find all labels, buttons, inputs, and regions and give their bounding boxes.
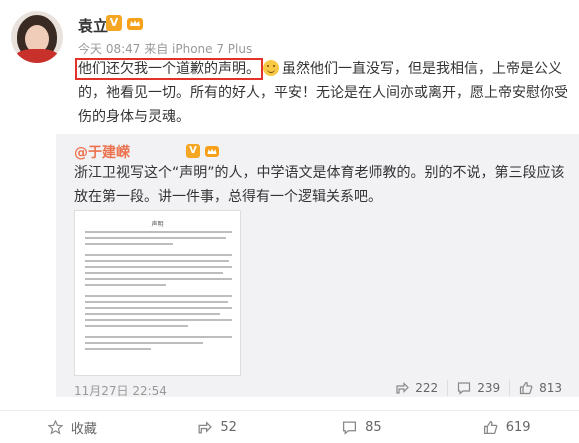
vip-badge-icon[interactable]: V (106, 15, 122, 31)
repost-forward-count: 222 (415, 381, 439, 395)
repost-icon (197, 420, 213, 435)
like-icon (519, 381, 533, 395)
repost-vip-badge-icon[interactable]: V (186, 144, 200, 158)
comment-icon (342, 420, 357, 435)
repost-forward-action[interactable]: 222 (386, 380, 447, 396)
comment-icon (457, 381, 471, 395)
post-content: 他们还欠我一个道歉的声明。 虽然他们一直没写，但是我相信，上帝是公义的，祂看见一切… (75, 57, 568, 129)
smile-emoji-icon (263, 60, 279, 76)
favorite-button[interactable]: 收藏 (0, 411, 145, 443)
like-count: 619 (505, 419, 531, 435)
post-meta: 今天 08:47 来自 iPhone 7 Plus (78, 42, 253, 56)
reposted-card: @于建嵘 V 浙江卫视写这个“声明”的人，中学语文是体育老师教的。别的不说，第三… (56, 134, 579, 399)
repost-count: 52 (220, 419, 237, 435)
repost-icon (395, 381, 410, 395)
repost-actions: 222 239 813 (386, 380, 571, 396)
comment-count: 85 (365, 419, 382, 435)
post-footer-actions: 收藏 52 85 619 (0, 410, 579, 443)
repost-text: 浙江卫视写这个“声明”的人，中学语文是体育老师教的。别的不说，第三段应该放在第一… (74, 165, 565, 205)
repost-comment-action[interactable]: 239 (447, 380, 509, 396)
favorite-label: 收藏 (70, 421, 97, 437)
author-name[interactable]: 袁立 (78, 15, 108, 36)
highlighted-text: 他们还欠我一个道歉的声明。 (75, 58, 263, 80)
repost-timestamp[interactable]: 11月27日 22:54 (74, 382, 167, 399)
repost-button[interactable]: 52 (145, 411, 290, 443)
comment-button[interactable]: 85 (290, 411, 435, 443)
repost-like-count: 813 (539, 381, 562, 395)
like-button[interactable]: 619 (434, 411, 579, 443)
weibo-post: 袁立 V 今天 08:47 来自 iPhone 7 Plus 他们还欠我一个道歉… (0, 0, 579, 443)
statement-image-thumbnail[interactable]: 声明 (74, 210, 241, 376)
member-crown-icon[interactable] (126, 15, 144, 31)
repost-author[interactable]: @于建嵘 (74, 142, 130, 162)
favorite-star-icon (47, 419, 63, 435)
repost-comment-count: 239 (477, 381, 501, 395)
like-icon (483, 420, 498, 435)
repost-member-crown-icon[interactable] (204, 144, 220, 158)
statement-text-lines (85, 231, 232, 354)
statement-title: 声明 (151, 221, 164, 228)
avatar[interactable] (11, 11, 63, 63)
repost-like-action[interactable]: 813 (509, 380, 571, 396)
avatar-shirt (15, 49, 59, 63)
